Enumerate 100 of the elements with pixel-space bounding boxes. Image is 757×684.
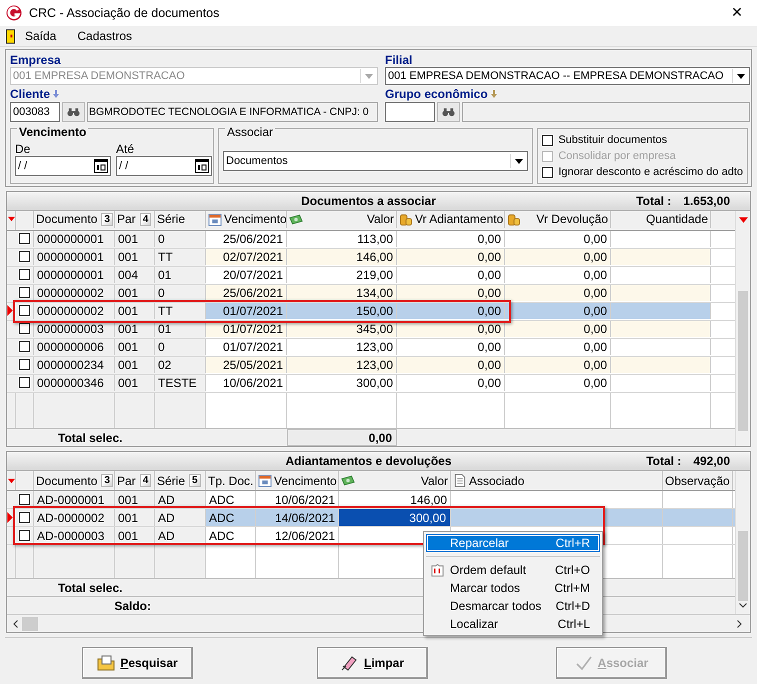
table-row[interactable]: 0000000001 001 TT 02/07/2021 146,00 0,00 0,00 xyxy=(7,249,735,267)
table-cell: 150,00 xyxy=(356,304,393,318)
column-header[interactable]: Par 4 xyxy=(115,211,155,228)
context-menu-item[interactable]: Ordem default Ctrl+O xyxy=(426,561,600,579)
folder-icon xyxy=(97,655,116,671)
column-header[interactable]: Associado xyxy=(451,471,663,490)
column-header[interactable]: Série 5 xyxy=(155,471,206,490)
row-checkbox[interactable] xyxy=(19,269,30,280)
table-cell: 10/06/2021 xyxy=(274,492,335,506)
row-checkbox[interactable] xyxy=(19,323,30,334)
table-cell: 02 xyxy=(158,358,172,372)
group-code-field[interactable] xyxy=(385,102,435,122)
scroll-thumb[interactable] xyxy=(738,531,748,601)
column-header[interactable]: Vencimento xyxy=(206,211,287,228)
table-cell: 0,00 xyxy=(584,304,607,318)
row-checkbox[interactable] xyxy=(19,530,30,541)
table-cell: 001 xyxy=(118,250,138,264)
scrollbar[interactable] xyxy=(735,471,750,614)
table-cell: 20/07/2021 xyxy=(222,268,283,282)
table-row[interactable]: 0000000002 001 TT 01/07/2021 150,00 0,00 0,00 xyxy=(7,303,735,321)
table-cell: TT xyxy=(158,250,173,264)
action-button[interactable]: Pesquisar xyxy=(82,647,193,679)
table-cell: 001 xyxy=(118,358,138,372)
column-header[interactable]: Valor xyxy=(339,471,451,490)
column-header[interactable]: Tp. Doc. xyxy=(206,471,256,490)
calendar-icon xyxy=(258,474,272,487)
document-icon xyxy=(453,474,467,487)
table-cell: 001 xyxy=(118,492,138,506)
table-row[interactable]: 0000000002 001 0 25/06/2021 134,00 0,00 0,00 xyxy=(7,285,735,303)
column-header[interactable]: Documento 3 xyxy=(34,471,115,490)
table-cell: AD xyxy=(158,510,175,524)
context-menu-item[interactable]: Marcar todos Ctrl+M xyxy=(426,579,600,597)
group-name-field[interactable] xyxy=(462,102,750,122)
lookup-button[interactable] xyxy=(62,102,85,122)
scroll-thumb[interactable] xyxy=(22,616,38,630)
column-header[interactable]: Valor xyxy=(287,211,397,228)
row-checkbox[interactable] xyxy=(19,287,30,298)
table-cell: 0,00 xyxy=(584,268,607,282)
column-header[interactable]: Série xyxy=(155,211,206,228)
column-header[interactable]: Vencimento xyxy=(256,471,339,490)
table-cell: 001 xyxy=(118,304,138,318)
down-arrow-icon xyxy=(53,90,60,98)
date-field[interactable]: / / xyxy=(116,156,212,176)
context-menu-item[interactable]: Reparcelar Ctrl+R xyxy=(426,534,600,552)
column-header[interactable]: Vr Adiantamento xyxy=(397,211,505,228)
row-checkbox[interactable] xyxy=(19,359,30,370)
table-cell: 0,00 xyxy=(584,286,607,300)
column-header[interactable]: Observação xyxy=(663,471,733,490)
close-button[interactable]: ✕ xyxy=(717,0,757,26)
checkbox[interactable] xyxy=(542,135,554,146)
calendar-icon xyxy=(195,159,209,173)
table-cell: AD-0000002 xyxy=(37,510,104,524)
column-header[interactable]: Vr Devolução xyxy=(505,211,611,228)
row-pointer-icon xyxy=(7,512,13,523)
app-logo-icon xyxy=(6,5,22,21)
field-label: Cliente xyxy=(10,87,50,101)
action-button[interactable]: Limpar xyxy=(317,647,428,679)
table-row[interactable]: 0000000234 001 02 25/05/2021 123,00 0,00 0,00 xyxy=(7,357,735,375)
row-checkbox[interactable] xyxy=(19,377,30,388)
table-row[interactable]: 0000000003 001 01 01/07/2021 345,00 0,00 0,00 xyxy=(7,321,735,339)
checkbox-label: Ignorar desconto e acréscimo do adto xyxy=(558,165,743,180)
row-checkbox[interactable] xyxy=(19,305,30,316)
table-cell: 0000000234 xyxy=(37,358,104,372)
column-header[interactable]: Documento 3 xyxy=(34,211,115,228)
table-cell: AD-0000001 xyxy=(37,492,104,506)
filter-arrow-icon xyxy=(739,217,748,223)
checkbox[interactable] xyxy=(542,167,554,178)
table-row[interactable]: 0000000346 001 TESTE 10/06/2021 300,00 0,00 0,00 xyxy=(7,375,735,393)
context-menu-item[interactable]: Localizar Ctrl+L xyxy=(426,615,600,633)
row-checkbox[interactable] xyxy=(19,494,30,505)
client-code-field[interactable]: 003083 xyxy=(10,102,60,122)
context-menu-item[interactable]: Desmarcar todos Ctrl+D xyxy=(426,597,600,615)
table-cell: 0 xyxy=(158,232,165,246)
table-row[interactable]: AD-0000002 001 AD ADC 14/06/2021 300,00 xyxy=(7,509,735,527)
table-cell: AD xyxy=(158,528,175,542)
column-header[interactable]: Par 4 xyxy=(115,471,155,490)
grid-title: Adiantamentos e devoluções xyxy=(285,454,452,468)
table-cell: 01/07/2021 xyxy=(222,304,283,318)
lookup-button[interactable] xyxy=(437,102,460,122)
row-checkbox[interactable] xyxy=(19,251,30,262)
scroll-thumb[interactable] xyxy=(738,291,748,431)
table-cell: 0,00 xyxy=(478,340,501,354)
associate-dropdown[interactable]: Documentos xyxy=(223,151,528,171)
branch-dropdown[interactable]: 001 EMPRESA DEMONSTRACAO -- EMPRESA DEMONSTRACAO xyxy=(385,67,750,85)
table-cell: 0,00 xyxy=(478,358,501,372)
scrollbar[interactable] xyxy=(735,211,750,446)
scroll-left-icon xyxy=(13,620,18,628)
sort-icon xyxy=(430,564,444,576)
row-checkbox[interactable] xyxy=(19,233,30,244)
row-checkbox[interactable] xyxy=(19,341,30,352)
client-name-field[interactable]: BGMRODOTEC TECNOLOGIA E INFORMATICA - CNPJ: 0 xyxy=(87,102,378,122)
menu-item[interactable]: Cadastros xyxy=(67,29,144,43)
table-cell: 123,00 xyxy=(356,358,393,372)
row-checkbox[interactable] xyxy=(19,512,30,523)
column-header[interactable]: Quantidade xyxy=(611,211,711,228)
sort-order-badge: 4 xyxy=(140,474,152,487)
menu-item[interactable]: Saída xyxy=(15,29,68,43)
date-field[interactable]: / / xyxy=(15,156,111,176)
table-cell: 0000000001 xyxy=(37,268,104,282)
grid-title: Documentos a associar xyxy=(301,194,436,208)
